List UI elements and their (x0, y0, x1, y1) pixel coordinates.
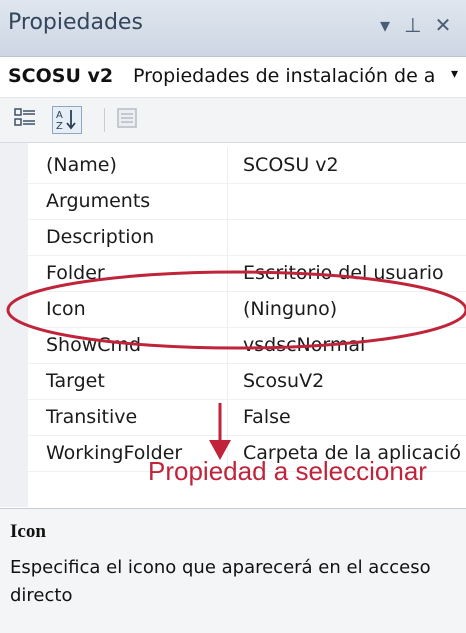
property-row-arguments[interactable]: Arguments (28, 183, 466, 220)
property-value[interactable]: (Ninguno) (243, 298, 465, 320)
property-grid: (Name) SCOSU v2 Arguments Description Fo… (0, 143, 466, 507)
column-divider (227, 147, 228, 183)
selected-object-name: SCOSU v2 (8, 65, 114, 87)
property-value[interactable]: False (243, 406, 465, 428)
property-row-folder[interactable]: Folder Escritorio del usuario (28, 255, 466, 292)
column-divider (227, 183, 228, 219)
property-name: Icon (46, 298, 86, 320)
property-row-target[interactable]: Target ScosuV2 (28, 363, 466, 400)
categorized-icon[interactable] (10, 106, 40, 134)
property-value[interactable]: Escritorio del usuario (243, 262, 465, 284)
column-divider (227, 327, 228, 363)
selected-object-type: Propiedades de instalación de a (133, 65, 436, 87)
properties-toolbar: A Z (0, 98, 466, 143)
property-name: Target (46, 370, 105, 392)
property-row-icon[interactable]: Icon (Ninguno) (28, 291, 466, 328)
svg-text:Z: Z (56, 121, 63, 131)
property-name: Description (46, 226, 155, 248)
property-value[interactable]: ScosuV2 (243, 370, 465, 392)
property-grid-gutter (0, 143, 28, 507)
column-divider (227, 255, 228, 291)
property-value[interactable]: SCOSU v2 (243, 154, 465, 176)
property-row-name[interactable]: (Name) SCOSU v2 (28, 147, 466, 184)
object-selector-dropdown[interactable]: SCOSU v2 Propiedades de instalación de a… (0, 57, 466, 98)
property-name: Arguments (46, 190, 151, 212)
property-name: (Name) (46, 154, 117, 176)
column-divider (227, 363, 228, 399)
property-pages-icon[interactable] (112, 106, 142, 134)
property-name: Folder (46, 262, 105, 284)
window-menu-dropdown-icon[interactable]: ▾ (372, 12, 398, 38)
column-divider (227, 399, 228, 435)
panel-title: Propiedades (8, 10, 143, 35)
property-name: ShowCmd (46, 334, 142, 356)
properties-panel: Propiedades ▾ ⊥ ✕ SCOSU v2 Propiedades d… (0, 0, 466, 633)
property-name: Transitive (46, 406, 138, 428)
annotation-caption: Propiedad a seleccionar (148, 456, 427, 486)
panel-titlebar: Propiedades ▾ ⊥ ✕ (0, 0, 466, 57)
property-row-showcmd[interactable]: ShowCmd vsdscNormal (28, 327, 466, 364)
property-row-transitive[interactable]: Transitive False (28, 399, 466, 436)
column-divider (227, 219, 228, 255)
chevron-down-icon[interactable]: ▾ (451, 66, 458, 82)
alphabetical-icon[interactable]: A Z (52, 106, 82, 134)
property-row-description[interactable]: Description (28, 219, 466, 256)
column-divider (227, 291, 228, 327)
svg-text:A: A (56, 110, 63, 121)
pin-icon[interactable]: ⊥ (400, 12, 426, 38)
description-title: Icon (10, 521, 46, 542)
description-pane: Icon Especifica el icono que aparecerá e… (0, 508, 466, 633)
toolbar-separator (104, 108, 105, 132)
property-value[interactable]: vsdscNormal (243, 334, 465, 356)
close-icon[interactable]: ✕ (430, 12, 456, 38)
description-text: Especifica el icono que aparecerá en el … (10, 557, 431, 606)
